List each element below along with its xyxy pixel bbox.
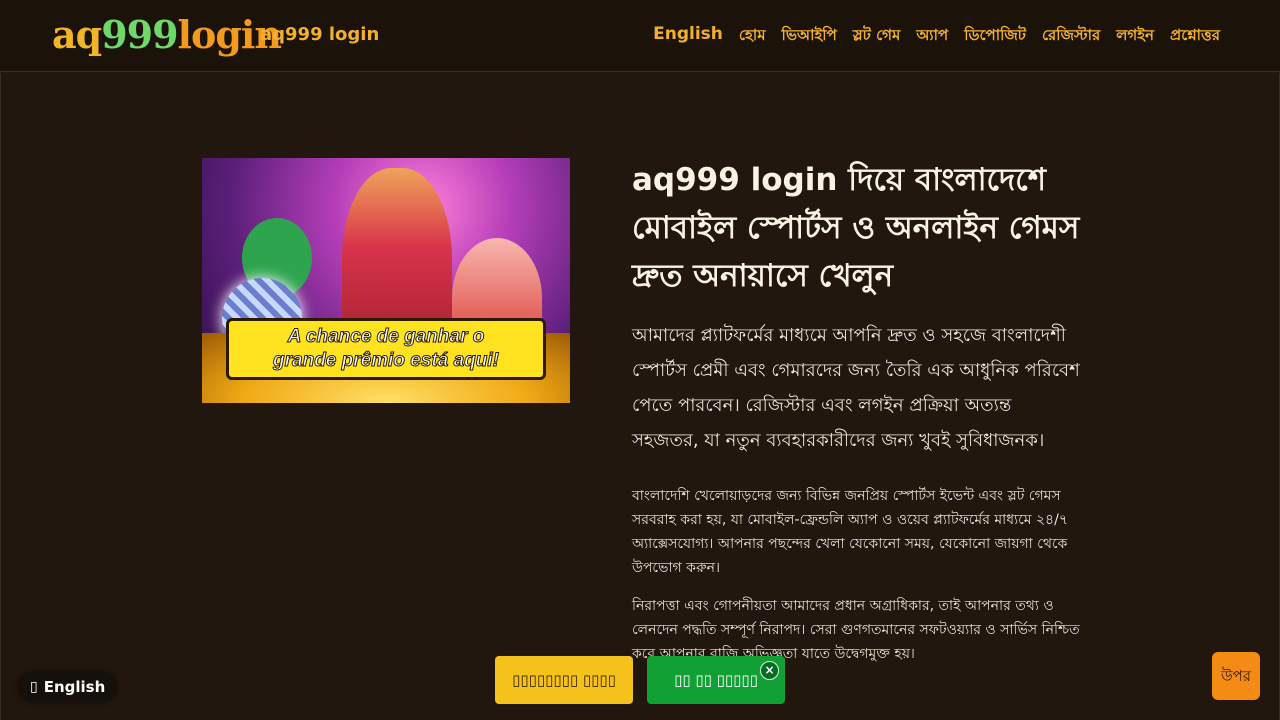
- nav-deposit[interactable]: ডিপোজিট: [964, 24, 1026, 49]
- lead-paragraph: আমাদের প্ল্যাটফর্মের মাধ্যমে আপনি দ্রুত …: [632, 325, 1080, 451]
- nav-home[interactable]: হোম: [739, 24, 766, 49]
- nav-faq[interactable]: প্রশ্নোত্তর: [1170, 24, 1220, 49]
- hero-promo-image: A chance de ganhar o grande prêmio está …: [202, 158, 570, 403]
- nav-app[interactable]: অ্যাপ: [916, 24, 948, 49]
- nav-language[interactable]: English: [653, 24, 723, 49]
- article-content: aq999 login দিয়ে বাংলাদেশে মোবাইল স্পোর…: [632, 156, 1082, 680]
- nav-slot-games[interactable]: স্লট গেম: [853, 24, 901, 49]
- page-title: aq999 login দিয়ে বাংলাদেশে মোবাইল স্পোর…: [632, 162, 1080, 294]
- top-navigation-bar: aq 999 login aq999 login English হোম ভিআইপ…: [0, 0, 1280, 72]
- site-name[interactable]: aq999 login: [260, 24, 379, 45]
- promo-banner-line2: grande prêmio está aqui!: [273, 350, 500, 372]
- language-switcher-label: English: [43, 678, 106, 696]
- main-nav: English হোম ভিআইপি স্লট গেম অ্যাপ ডিপোজি…: [653, 24, 1220, 49]
- register-button[interactable]: ▯▯▯▯▯▯▯▯ ▯▯▯▯: [495, 656, 633, 704]
- nav-register[interactable]: রেজিস্টার: [1042, 24, 1100, 49]
- globe-icon: ▯: [30, 679, 38, 695]
- back-to-top-button[interactable]: উপর: [1212, 652, 1260, 700]
- logo-text-aq: aq: [52, 12, 102, 57]
- nav-login[interactable]: লগইন: [1116, 24, 1154, 49]
- promo-banner-line1: A chance de ganhar o: [287, 326, 485, 348]
- promo-banner: A chance de ganhar o grande prêmio está …: [226, 318, 546, 380]
- body-paragraph-1: বাংলাদেশি খেলোয়াড়দের জন্য বিভিন্ন জনপ্…: [632, 488, 1068, 576]
- nav-vip[interactable]: ভিআইপি: [782, 24, 837, 49]
- language-switcher[interactable]: ▯ English: [18, 672, 118, 702]
- site-logo[interactable]: aq 999 login: [52, 12, 282, 60]
- close-icon[interactable]: ×: [760, 661, 779, 680]
- logo-text-999: 999: [101, 12, 178, 57]
